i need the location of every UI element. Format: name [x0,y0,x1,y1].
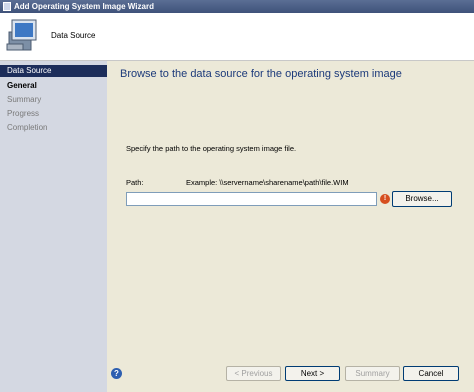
title-bar[interactable]: Add Operating System Image Wizard [0,0,474,13]
wizard-steps-nav: Data Source General Summary Progress Com… [0,61,107,392]
error-icon: ! [380,194,390,204]
path-input[interactable] [126,192,377,206]
wizard-content: Browse to the data source for the operat… [108,61,474,392]
page-heading: Browse to the data source for the operat… [120,68,402,80]
nav-step-completion[interactable]: Completion [0,122,107,134]
path-label: Path: [126,178,144,187]
instruction-text: Specify the path to the operating system… [126,144,297,153]
path-example: Example: \\servername\sharename\path\fil… [186,178,349,187]
wizard-header: Data Source [0,13,474,61]
nav-step-data-source[interactable]: Data Source [0,65,107,77]
nav-step-summary[interactable]: Summary [0,94,107,106]
nav-step-progress[interactable]: Progress [0,108,107,120]
window-title: Add Operating System Image Wizard [14,2,154,11]
help-icon[interactable]: ? [111,368,122,379]
wizard-window: Add Operating System Image Wizard Data S… [0,0,474,392]
next-button[interactable]: Next > [285,366,340,381]
nav-step-general[interactable]: General [0,80,107,92]
browse-button[interactable]: Browse... [392,191,452,207]
header-title: Data Source [51,31,96,40]
previous-button[interactable]: < Previous [226,366,281,381]
cancel-button[interactable]: Cancel [403,366,459,381]
computer-monitor-icon [6,19,37,51]
app-icon [3,2,11,11]
summary-button[interactable]: Summary [345,366,400,381]
